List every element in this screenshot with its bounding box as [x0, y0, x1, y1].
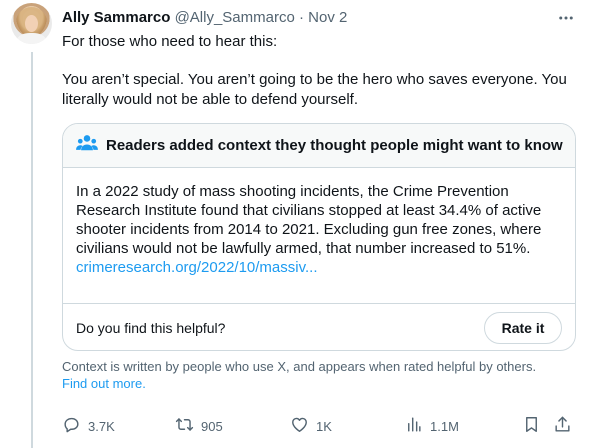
- action-bar: 3.7K 905 1K 1.1M: [62, 414, 576, 438]
- retweet-icon: [175, 415, 194, 437]
- retweet-count: 905: [201, 418, 223, 434]
- context-footer: Context is written by people who use X, …: [62, 358, 562, 392]
- views-count: 1.1M: [430, 418, 459, 434]
- like-count: 1K: [316, 418, 332, 434]
- reply-button[interactable]: 3.7K: [62, 414, 115, 438]
- helpful-prompt: Do you find this helpful? Rate it: [63, 303, 575, 350]
- views-chart-icon: [404, 415, 423, 437]
- tweet-text-line1: For those who need to hear this:: [62, 33, 278, 50]
- author-name[interactable]: Ally Sammarco: [62, 9, 170, 26]
- context-footer-text: Context is written by people who use X, …: [62, 359, 537, 374]
- rate-it-button[interactable]: Rate it: [484, 312, 562, 344]
- tweet-text: For those who need to hear this: You are…: [62, 32, 582, 110]
- views-button[interactable]: 1.1M: [404, 414, 459, 438]
- more-options-icon[interactable]: [556, 8, 576, 28]
- retweet-button[interactable]: 905: [175, 414, 223, 438]
- like-button[interactable]: 1K: [290, 414, 332, 438]
- bookmark-button[interactable]: [522, 414, 541, 438]
- thread-line: [31, 52, 33, 448]
- reply-icon: [62, 415, 81, 437]
- community-note-text: In a 2022 study of mass shooting inciden…: [76, 183, 542, 257]
- community-note-header: Readers added context they thought peopl…: [63, 124, 575, 168]
- heart-icon: [290, 415, 309, 437]
- community-note-title: Readers added context they thought peopl…: [106, 137, 563, 154]
- share-icon: [553, 415, 572, 437]
- share-button[interactable]: [553, 414, 572, 438]
- community-note-link[interactable]: crimeresearch.org/2022/10/massiv...: [76, 258, 562, 277]
- bookmark-icon: [522, 415, 541, 437]
- avatar[interactable]: [11, 3, 52, 44]
- community-note-body: In a 2022 study of mass shooting inciden…: [63, 168, 575, 303]
- tweet-header: Ally Sammarco @Ally_Sammarco · Nov 2: [62, 8, 347, 28]
- people-icon: [76, 133, 98, 158]
- find-out-more-link[interactable]: Find out more.: [62, 376, 146, 391]
- tweet-text-line2: You aren’t special. You aren’t going to …: [62, 71, 567, 108]
- helpful-question: Do you find this helpful?: [76, 319, 226, 336]
- author-handle[interactable]: @Ally_Sammarco: [175, 9, 295, 26]
- reply-count: 3.7K: [88, 418, 115, 434]
- community-note: Readers added context they thought peopl…: [62, 123, 576, 351]
- tweet[interactable]: Ally Sammarco @Ally_Sammarco · Nov 2 For…: [0, 0, 590, 448]
- tweet-date[interactable]: Nov 2: [308, 9, 347, 26]
- separator-dot: ·: [299, 9, 304, 26]
